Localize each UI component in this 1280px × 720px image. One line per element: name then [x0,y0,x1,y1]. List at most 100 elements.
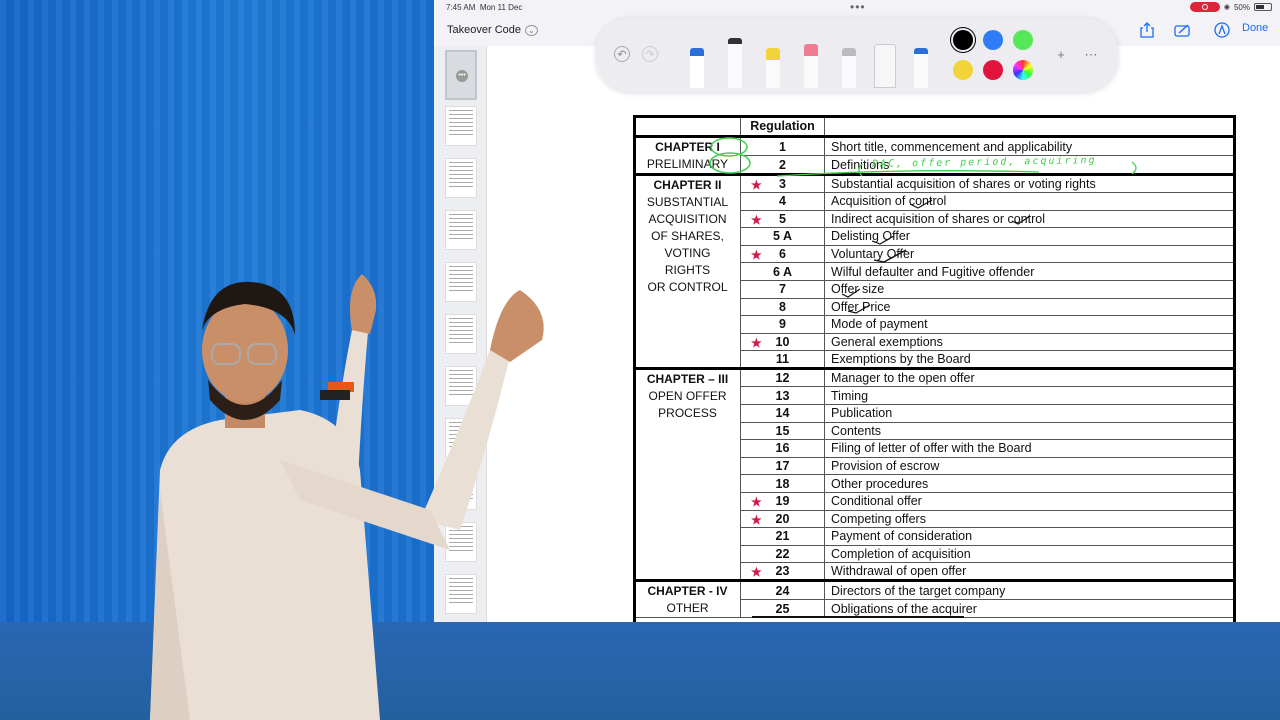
pencil-mode-icon[interactable] [1214,22,1230,41]
color-green[interactable] [1013,30,1033,50]
regulation-number: 15 [775,423,790,438]
table-header-row: Regulation [634,116,1235,138]
regulation-number: 9 [779,317,786,332]
regulation-number-cell: 12 [740,367,825,388]
regulation-number-cell: 6 A [740,262,825,281]
multitasking-dots-icon[interactable]: ••• [850,0,866,14]
highlighter-tool[interactable] [766,48,780,88]
regulation-title: Delisting Offer [824,227,1235,246]
regulation-number: 4 [779,194,786,209]
pencil-tool[interactable] [842,48,856,88]
document-title-text: Takeover Code [447,24,521,36]
color-picker[interactable] [1013,60,1033,80]
regulation-number: 5 [779,211,786,226]
chapter-cell: CHAPTER - IV OTHER [634,579,741,619]
regulation-number: 11 [775,352,790,367]
regulation-title: Filing of letter of offer with the Board [824,439,1235,458]
regulation-number: 7 [779,282,786,297]
done-button[interactable]: Done [1242,22,1268,34]
regulation-number-cell: ★ 6 [740,244,825,264]
regulation-title: Directors of the target company [824,579,1235,600]
chapter-line: OTHER [666,601,709,616]
markup-icon[interactable] [1174,22,1192,41]
pen-tool[interactable] [690,48,704,88]
regulation-number: 13 [775,388,790,403]
regulation-number-cell: 13 [740,386,825,405]
regulation-title: Wilful defaulter and Fugitive offender [824,262,1235,281]
regulation-number-cell: 8 [740,297,825,317]
regulation-title: Publication [824,403,1235,423]
regulation-number: 5 A [773,229,792,244]
regulation-title: Obligations of the acquirer [824,598,1235,619]
document-title[interactable]: Takeover Code ⌄ [447,24,538,36]
chevron-down-icon[interactable]: ⌄ [525,25,538,36]
thumbnail-selected[interactable]: ••• [445,50,477,100]
undo-icon[interactable]: ↶ [614,46,630,62]
regulation-number-cell: ★ 3 [740,173,825,193]
regulation-number: 23 [775,564,790,579]
color-red[interactable] [983,60,1003,80]
regulation-number-cell: 11 [740,350,825,370]
regulation-number-cell: 7 [740,279,825,299]
regulation-number: 10 [775,335,790,350]
regulation-number-cell: ★ 19 [740,491,825,511]
table-row: CHAPTER I PRELIMINARY 1 Short title, commen… [634,136,1235,175]
regulation-number: 18 [775,476,790,491]
chapter-line: CHAPTER - IV [647,584,728,599]
regulation-number: 17 [775,459,790,474]
thumbnail[interactable] [445,210,477,250]
regulation-number: 1 [779,139,786,154]
table-body: CHAPTER I PRELIMINARY 1 Short title, commen… [634,136,1235,619]
regulation-title: Manager to the open offer [824,367,1235,388]
status-time: 7:45 AM Mon 11 Dec [446,3,522,12]
monoline-tool[interactable] [728,38,742,88]
star-mark-icon: ★ [751,565,762,580]
presenter-figure [150,274,544,720]
eraser-tool[interactable] [804,44,818,88]
regulation-title: Timing [824,386,1235,405]
regulation-number-cell: 21 [740,527,825,546]
regulation-number-cell: 25 [740,598,825,619]
header-title [824,116,1235,138]
regulation-number-cell: 17 [740,456,825,476]
add-icon[interactable]: + [1052,46,1070,64]
chapter-line: PRELIMINARY [646,157,729,171]
redo-icon[interactable]: ↷ [642,46,658,62]
regulation-title: Mode of payment [824,315,1235,334]
drawing-toolbar: ↶ ↷ + ⋯ [596,18,1118,92]
ruler-tool[interactable] [874,44,896,88]
regulation-number-cell: 16 [740,439,825,458]
thumbnail[interactable] [445,158,477,198]
regulation-number: 12 [775,371,790,386]
regulation-table: Regulation CHAPTER I PRELIMINARY 1 Short ti… [634,116,1235,619]
more-icon[interactable]: ••• [456,70,468,82]
regulation-number-cell: 14 [740,403,825,423]
color-black[interactable] [953,30,973,50]
regulation-title: Voluntary Offer [824,244,1235,264]
regulation-number: 2 [779,157,786,172]
more-options-icon[interactable]: ⋯ [1082,46,1100,64]
regulation-number: 21 [775,529,790,544]
regulation-number-cell: ★ 20 [740,509,825,529]
recording-icon [1189,2,1220,12]
color-yellow[interactable] [953,60,973,80]
chapter-line: VOTING RIGHTS [664,246,711,277]
regulation-number: 6 [779,247,786,262]
regulation-title: Offer Price [824,297,1235,317]
regulation-title: Payment of consideration [824,527,1235,546]
time-text: 7:45 AM [446,3,476,12]
regulation-number-cell: 1 [740,136,825,156]
header-regulation: Regulation [740,116,825,138]
regulation-number: 3 [779,177,786,191]
table-row: CHAPTER - IV OTHER 24 Directors of the targ… [634,579,1235,619]
star-mark-icon: ★ [751,512,762,527]
fountain-pen-tool[interactable] [914,48,928,88]
regulation-number: 6 A [773,264,792,279]
color-blue[interactable] [983,30,1003,50]
chapter-line: ACQUISITION [648,212,727,226]
share-icon[interactable] [1140,22,1154,41]
regulation-number: 16 [775,441,790,456]
thumbnail[interactable] [445,106,477,146]
status-bar: 7:45 AM Mon 11 Dec ••• ◉ 50% [434,0,1280,14]
regulation-title: Provision of escrow [824,456,1235,476]
